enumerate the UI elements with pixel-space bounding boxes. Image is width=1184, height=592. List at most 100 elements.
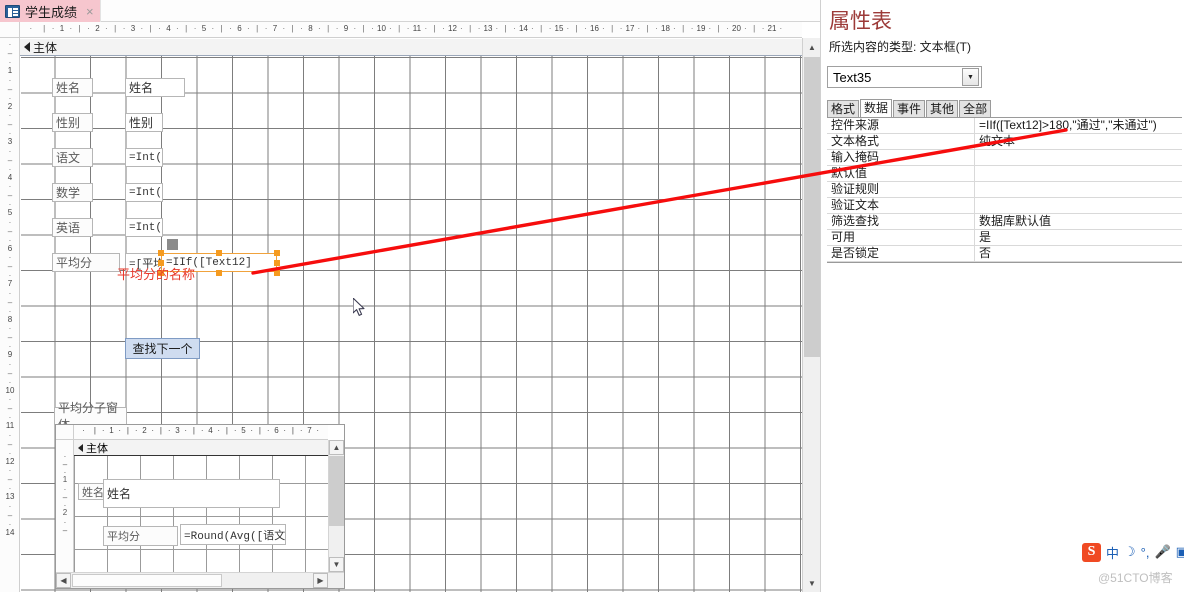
subform-scroll-right-icon[interactable]: ▶ bbox=[313, 573, 328, 588]
ime-microphone-icon[interactable]: 🎤 bbox=[1154, 544, 1170, 560]
ime-floating-toolbar[interactable]: S 中 ☽ °, 🎤 ▣ bbox=[1082, 541, 1184, 563]
chevron-down-icon[interactable]: ▼ bbox=[962, 68, 979, 86]
subform-vertical-scrollbar[interactable]: ▲ ▼ bbox=[328, 440, 344, 572]
selected-object-value: Text35 bbox=[833, 69, 872, 85]
selected-object-combobox[interactable]: Text35 ▼ bbox=[827, 66, 982, 88]
watermark-text: @51CTO博客 bbox=[1098, 571, 1173, 585]
control-move-handle[interactable] bbox=[167, 239, 178, 250]
ime-punctuation-icon[interactable]: °, bbox=[1141, 545, 1150, 560]
resize-handle-mr[interactable] bbox=[274, 260, 280, 266]
textbox-math[interactable]: =Int( bbox=[125, 183, 163, 202]
property-row-name: 验证规则 bbox=[827, 182, 975, 197]
property-row[interactable]: 验证规则 bbox=[827, 182, 1182, 198]
subform-vscroll-thumb[interactable] bbox=[329, 456, 344, 526]
horizontal-ruler: · | · 1 · | · 2 · | · 3 · | · 4 · | · 5 · | · 6 · | · 7 · | · 8 · | · 9 · | · 1… bbox=[20, 22, 802, 38]
scroll-up-icon[interactable]: ▲ bbox=[803, 38, 821, 56]
vscroll-thumb[interactable] bbox=[804, 57, 820, 357]
subform-section-header-label: 主体 bbox=[86, 442, 108, 455]
property-row-name: 控件来源 bbox=[827, 118, 975, 133]
label-name[interactable]: 姓名 bbox=[52, 78, 93, 97]
subform-container[interactable]: · | · 1 · | · 2 · | · 3 · | · 4 · | · 5 · | · 6 · | · 7 · · – · 1 · – · 2 · –… bbox=[55, 424, 345, 589]
vertical-ruler: · – · 1 · – · 2 · – · 3 · – · 4 · – · 5 · – · 6 · – · 7 · – · 8 · – · 9 · – · 1… bbox=[0, 38, 20, 592]
ime-mode-chinese-icon[interactable]: 中 bbox=[1106, 543, 1119, 562]
property-row-value[interactable] bbox=[975, 198, 1182, 213]
property-row-value[interactable]: 数据库默认值 bbox=[975, 214, 1182, 229]
property-row[interactable]: 可用是 bbox=[827, 230, 1182, 246]
subform-label-name[interactable]: 姓名 bbox=[78, 483, 105, 500]
resize-handle-tc[interactable] bbox=[216, 250, 222, 256]
label-chinese[interactable]: 语文 bbox=[52, 148, 93, 167]
property-rows-grid[interactable]: 控件来源 =IIf([Text12]>180,"通过","未通过") 文本格式 纯文本… bbox=[827, 117, 1182, 263]
textbox-gender[interactable]: 性别 bbox=[125, 113, 163, 132]
label-gender[interactable]: 性别 bbox=[52, 113, 93, 132]
property-tab-3[interactable]: 其他 bbox=[926, 100, 959, 118]
property-tab-2[interactable]: 事件 bbox=[893, 100, 926, 118]
close-icon[interactable]: × bbox=[86, 5, 94, 18]
property-row-value[interactable] bbox=[975, 182, 1182, 197]
property-row-value[interactable] bbox=[975, 166, 1182, 181]
property-row-value[interactable]: =IIf([Text12]>180,"通过","未通过") bbox=[975, 118, 1182, 133]
subform-scroll-up-icon[interactable]: ▲ bbox=[329, 440, 344, 455]
property-row[interactable]: 是否锁定否 bbox=[827, 246, 1182, 262]
subform-section-header[interactable]: 主体 bbox=[74, 440, 328, 456]
document-tab-label: 学生成绩 bbox=[25, 4, 78, 20]
resize-handle-bc[interactable] bbox=[216, 270, 222, 276]
property-row-name: 验证文本 bbox=[827, 198, 975, 213]
subform-scroll-left-icon[interactable]: ◀ bbox=[56, 573, 71, 588]
design-vertical-scrollbar[interactable]: ▲ ▼ bbox=[802, 38, 821, 592]
property-row-value[interactable]: 是 bbox=[975, 230, 1182, 245]
property-sheet-pane[interactable]: 属性表 所选内容的类型: 文本框(T) Text35 ▼ 格式 数据 事件 其他 全部 … bbox=[820, 0, 1184, 592]
subform-horizontal-scrollbar[interactable]: ◀ ▶ bbox=[56, 572, 344, 588]
scroll-down-icon[interactable]: ▼ bbox=[803, 574, 821, 592]
property-row[interactable]: 默认值 bbox=[827, 166, 1182, 182]
property-sheet-tabs[interactable]: 格式 数据 事件 其他 全部 bbox=[827, 99, 992, 118]
subform-vertical-ruler: · – · 1 · – · 2 · – bbox=[56, 440, 74, 572]
textbox-english[interactable]: =Int( bbox=[125, 218, 163, 237]
label-math[interactable]: 数学 bbox=[52, 183, 93, 202]
property-row-value[interactable]: 否 bbox=[975, 246, 1182, 261]
ruler-corner bbox=[0, 22, 20, 38]
property-sheet-title: 属性表 bbox=[829, 10, 892, 33]
ime-moon-icon[interactable]: ☽ bbox=[1124, 544, 1136, 560]
label-english[interactable]: 英语 bbox=[52, 218, 93, 237]
property-row-name: 默认值 bbox=[827, 166, 975, 181]
find-next-button[interactable]: 查找下一个 bbox=[125, 338, 200, 359]
resize-handle-br[interactable] bbox=[274, 270, 280, 276]
document-tab-strip: 学生成绩 × bbox=[0, 0, 820, 22]
property-row[interactable]: 验证文本 bbox=[827, 198, 1182, 214]
subtitle-prefix: 所选内容的类型: bbox=[829, 40, 920, 54]
subform-textbox-average[interactable]: =Round(Avg([语文 bbox=[180, 524, 286, 545]
property-row[interactable]: 控件来源 =IIf([Text12]>180,"通过","未通过") bbox=[827, 118, 1182, 134]
property-row[interactable]: 文本格式 纯文本 bbox=[827, 134, 1182, 150]
property-row-value[interactable] bbox=[975, 150, 1182, 165]
subtitle-type: 文本框(T) bbox=[919, 40, 971, 54]
document-tab-student-scores[interactable]: 学生成绩 × bbox=[0, 0, 101, 22]
property-row[interactable]: 输入掩码 bbox=[827, 150, 1182, 166]
ime-toolbox-icon[interactable]: ▣ bbox=[1176, 544, 1184, 560]
resize-handle-tr[interactable] bbox=[274, 250, 280, 256]
subform-grid-canvas[interactable]: 姓名 姓名 平均分 =Round(Avg([语文 bbox=[74, 456, 328, 572]
textbox-chinese[interactable]: =Int( bbox=[125, 148, 163, 167]
property-row-name: 筛选查找 bbox=[827, 214, 975, 229]
design-grid-canvas[interactable]: 姓名 性别 语文 数学 英语 平均分 姓名 性别 =Int( =Int( =In… bbox=[21, 56, 802, 592]
subform-label-average[interactable]: 平均分 bbox=[103, 526, 178, 546]
subform-scroll-down-icon[interactable]: ▼ bbox=[329, 557, 344, 572]
property-tab-0[interactable]: 格式 bbox=[827, 100, 860, 118]
mouse-cursor-icon bbox=[353, 298, 365, 316]
property-tab-1[interactable]: 数据 bbox=[860, 99, 893, 118]
property-sheet-subtitle: 所选内容的类型: 文本框(T) bbox=[829, 38, 971, 55]
subform-hscroll-thumb[interactable] bbox=[72, 574, 222, 587]
subform-textbox-name[interactable]: 姓名 bbox=[103, 479, 280, 508]
property-row[interactable]: 筛选查找 数据库默认值 bbox=[827, 214, 1182, 230]
textbox-name[interactable]: 姓名 bbox=[125, 78, 185, 97]
form-design-view[interactable]: · | · 1 · | · 2 · | · 3 · | · 4 · | · 5 · | · 6 · | · 7 · | · 8 · | · 9 · | · 1… bbox=[0, 22, 821, 592]
annotation-text: 平均分的名称 bbox=[117, 267, 196, 282]
subform-label[interactable]: 平均分子窗体 bbox=[54, 401, 127, 432]
property-row-name: 可用 bbox=[827, 230, 975, 245]
resize-handle-tl[interactable] bbox=[158, 250, 164, 256]
label-average[interactable]: 平均分 bbox=[52, 253, 120, 272]
section-header-detail[interactable]: 主体 bbox=[20, 39, 802, 56]
property-tab-4[interactable]: 全部 bbox=[959, 100, 992, 118]
property-row-value[interactable]: 纯文本 bbox=[975, 134, 1182, 149]
sogou-logo-icon[interactable]: S bbox=[1082, 542, 1101, 562]
